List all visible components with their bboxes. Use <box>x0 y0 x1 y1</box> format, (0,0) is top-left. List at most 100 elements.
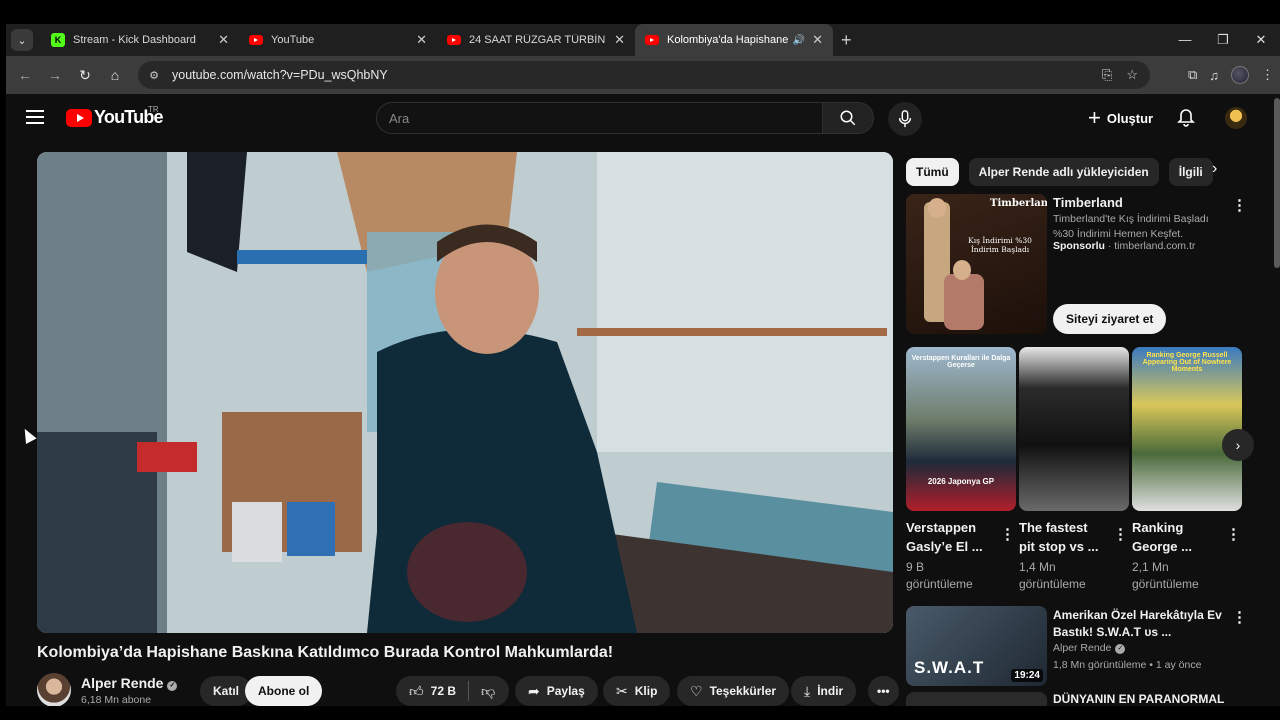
clip-button[interactable]: ✂ Klip <box>603 676 671 706</box>
browser-toolbar: ← → ↻ ⌂ ⚙ youtube.com/watch?v=PDu_wsQhbN… <box>6 56 1280 94</box>
share-button[interactable]: ➦ Paylaş <box>515 676 598 706</box>
thumbs-up-icon[interactable]: 👍︎ <box>409 683 424 700</box>
close-tab-icon[interactable]: ✕ <box>218 32 229 48</box>
short-more-vert-icon[interactable]: ⋮ <box>1000 527 1015 542</box>
join-label: Katıl <box>213 684 240 698</box>
chip-from-uploader[interactable]: Alper Rende adlı yükleyiciden <box>968 158 1159 186</box>
masthead: YouTube TR Ara + Oluştur <box>6 94 1280 144</box>
reload-icon[interactable]: ↻ <box>70 67 100 84</box>
notifications-bell-icon[interactable] <box>1176 108 1196 128</box>
address-bar[interactable]: ⚙ youtube.com/watch?v=PDu_wsQhbNY ⎘ ☆ <box>138 61 1150 89</box>
tab-title: 24 SAAT RÜZGAR TÜRBİNİNDE <box>469 34 605 46</box>
site-info-icon[interactable]: ⚙ <box>146 67 162 83</box>
short-more-vert-icon[interactable]: ⋮ <box>1113 527 1128 542</box>
download-button[interactable]: ⤓ İndir <box>791 676 857 706</box>
forward-icon[interactable]: → <box>40 67 70 83</box>
browser-tab-youtube[interactable]: YouTube ✕ <box>239 24 437 56</box>
voice-search-button[interactable] <box>888 102 922 136</box>
recommended-meta: 1,8 Mn görüntüleme • 1 ay önce <box>1053 659 1202 671</box>
search-input[interactable]: Ara <box>376 102 823 134</box>
browser-tab-active[interactable]: Kolombiya'da Hapishane Ba 🔊 ✕ <box>635 24 833 56</box>
close-tab-icon[interactable]: ✕ <box>812 32 823 48</box>
subscribe-button[interactable]: Abone ol <box>245 676 323 706</box>
chip-related[interactable]: İlgili <box>1168 158 1213 186</box>
video-player[interactable] <box>37 152 893 633</box>
visit-site-button[interactable]: Siteyi ziyaret et <box>1053 304 1167 334</box>
tab-search-icon[interactable]: ⌄ <box>11 29 33 51</box>
profile-avatar[interactable] <box>1231 66 1249 84</box>
recommended-more-vert-icon[interactable]: ⋮ <box>1232 610 1247 625</box>
media-control-icon[interactable]: ♫ <box>1209 68 1219 83</box>
search-button[interactable] <box>822 102 874 134</box>
browser-tab-turbine[interactable]: 24 SAAT RÜZGAR TÜRBİNİNDE ✕ <box>437 24 635 56</box>
new-tab-icon[interactable]: + <box>841 30 852 51</box>
home-icon[interactable]: ⌂ <box>100 67 130 83</box>
channel-name[interactable]: Alper Rende ✓ <box>81 675 178 691</box>
ad-more-vert-icon[interactable]: ⋮ <box>1232 198 1247 213</box>
browser-tabstrip: ⌄ K Stream - Kick Dashboard ✕ YouTube ✕ … <box>6 24 1280 56</box>
extensions-icon[interactable]: ⧉ <box>1188 67 1197 83</box>
short-item[interactable]: The fastest pit stop vs ... 1,4 Mn görün… <box>1019 347 1129 593</box>
recommended-thumbnail[interactable] <box>906 692 1047 706</box>
recommended-title[interactable]: DÜNYANIN EN PARANORMAL <box>1053 692 1224 706</box>
close-tab-icon[interactable]: ✕ <box>614 32 625 48</box>
short-more-vert-icon[interactable]: ⋮ <box>1226 527 1241 542</box>
minimize-icon[interactable]: — <box>1166 24 1204 56</box>
chip-label: Alper Rende adlı yükleyiciden <box>978 165 1149 179</box>
scissors-icon: ✂ <box>616 682 628 699</box>
bookmark-star-icon[interactable]: ☆ <box>1126 67 1138 83</box>
thumbs-down-icon[interactable]: 👎︎ <box>481 683 495 700</box>
close-tab-icon[interactable]: ✕ <box>416 32 427 48</box>
short-views: 2,1 Mn görüntüleme <box>1132 560 1199 591</box>
ad-thumbnail[interactable]: Timberland Kış İndirimi %30 İndirim Başl… <box>906 194 1047 334</box>
video-title: Kolombiya’da Hapishane Baskına Katıldımc… <box>37 644 614 661</box>
filter-chips: Tümü Alper Rende adlı yükleyiciden İlgil… <box>906 158 1213 186</box>
sponsored-label: Sponsorlu <box>1053 240 1105 252</box>
menu-hamburger-icon[interactable] <box>26 110 44 124</box>
browser-menu-icon[interactable]: ⋮ <box>1261 67 1274 83</box>
more-actions-button[interactable]: ••• <box>868 676 899 706</box>
screen: ⌄ K Stream - Kick Dashboard ✕ YouTube ✕ … <box>0 0 1280 720</box>
page-scrollbar[interactable] <box>1274 98 1280 268</box>
short-item[interactable]: Verstappen Kuralları ile Dalga Geçerse 2… <box>906 347 1016 593</box>
like-dislike-button[interactable]: 👍︎ 72 B 👎︎ <box>396 676 510 706</box>
short-item[interactable]: Ranking George Russell Appearing Out of … <box>1132 347 1242 593</box>
search-icon <box>840 110 856 126</box>
browser-tab-kick[interactable]: K Stream - Kick Dashboard ✕ <box>41 24 239 56</box>
chevron-right-icon[interactable]: › <box>1212 160 1217 178</box>
speaker-icon[interactable]: 🔊 <box>793 35 805 46</box>
recommended-channel: Alper Rende ✓ <box>1053 642 1126 654</box>
short-caption: Ranking George Russell Appearing Out of … <box>1142 352 1232 373</box>
url-text: youtube.com/watch?v=PDu_wsQhbNY <box>172 68 388 82</box>
ad-image <box>924 198 984 330</box>
back-icon[interactable]: ← <box>10 67 40 83</box>
heart-dollar-icon: ♡ <box>690 682 703 699</box>
ad-title[interactable]: Timberland <box>1053 195 1123 210</box>
maximize-icon[interactable]: ❐ <box>1204 24 1242 56</box>
youtube-logo[interactable]: YouTube TR <box>66 105 164 128</box>
more-horizontal-icon: ••• <box>877 684 890 698</box>
download-icon: ⤓ <box>804 682 811 699</box>
account-avatar[interactable] <box>1225 107 1247 129</box>
short-thumbnail <box>1019 347 1129 511</box>
channel-avatar[interactable] <box>37 673 71 706</box>
youtube-logo-icon <box>66 108 92 127</box>
recommended-video[interactable]: S.W.A.T 19:24 Amerikan Özel Harekâtıyla … <box>906 606 1247 686</box>
tab-title: Stream - Kick Dashboard <box>73 34 196 46</box>
recommended-thumbnail: S.W.A.T 19:24 <box>906 606 1047 686</box>
create-button[interactable]: + Oluştur <box>1076 104 1165 132</box>
chip-label: Tümü <box>916 165 949 179</box>
short-title: The fastest pit stop vs ... <box>1019 520 1099 554</box>
thumb-overlay-text: S.W.A.T <box>914 658 985 677</box>
youtube-icon <box>249 35 263 45</box>
thanks-button[interactable]: ♡ Teşekkürler <box>677 676 790 706</box>
shorts-next-chevron-icon[interactable]: › <box>1222 429 1254 461</box>
ad-description: Timberland'te Kış İndirimi Başladı %30 İ… <box>1053 213 1209 240</box>
share-icon: ➦ <box>528 682 540 699</box>
install-icon[interactable]: ⎘ <box>1102 67 1112 83</box>
shorts-shelf: Verstappen Kuralları ile Dalga Geçerse 2… <box>906 347 1246 593</box>
window-controls: — ❐ ✕ <box>1166 24 1280 56</box>
close-window-icon[interactable]: ✕ <box>1242 24 1280 56</box>
youtube-icon <box>645 35 659 45</box>
chip-all[interactable]: Tümü <box>906 158 959 186</box>
